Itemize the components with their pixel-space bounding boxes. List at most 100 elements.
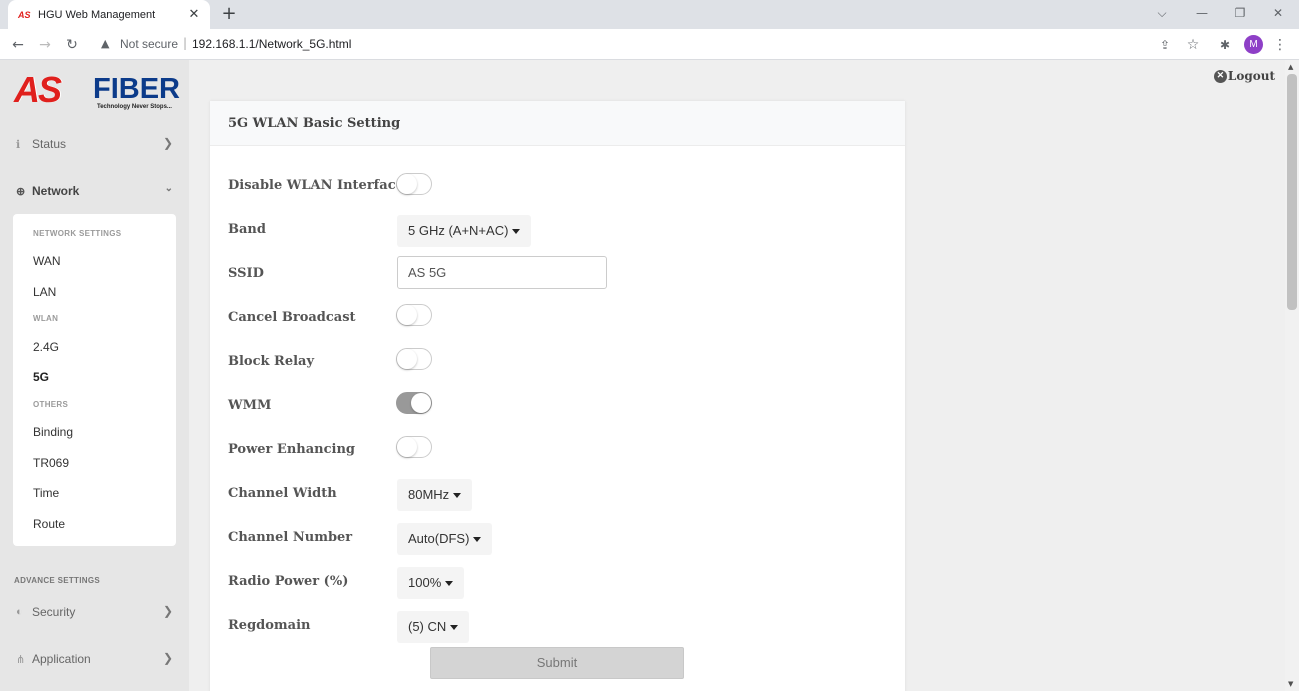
tab-close-icon[interactable]: ✕ (184, 7, 204, 22)
radio-power-select[interactable]: 100% (397, 567, 465, 599)
globe-icon: ⊕ (16, 185, 26, 198)
caret-down-icon (445, 581, 454, 587)
logo-mark: AS (14, 69, 62, 110)
power-enhancing-toggle[interactable] (396, 436, 432, 458)
as-fiber-logo[interactable]: AS FIBER Technology Never Stops... (10, 67, 180, 117)
sidebar-item-application[interactable]: ⋔ Application ❯ (0, 644, 189, 674)
caret-down-icon (512, 229, 521, 235)
cancel-broadcast-toggle[interactable] (396, 304, 432, 326)
share-icon[interactable]: ⇪ (1155, 35, 1175, 55)
sitemap-icon: ⋔ (16, 653, 26, 666)
sidebar-item-label: Application (32, 652, 91, 666)
sidebar-item-network[interactable]: ⊕ Network ⌄ (0, 176, 189, 206)
radio-power-value: 100% (408, 575, 442, 590)
power-enhancing-label: Power Enhancing (228, 442, 356, 457)
regdomain-label: Regdomain (228, 618, 311, 633)
sidebar-item-security[interactable]: ◐ Security ❯ (0, 597, 189, 627)
logo-tagline: Technology Never Stops... (97, 104, 172, 110)
ssid-input[interactable] (397, 256, 607, 289)
chevron-right-icon: ❯ (162, 604, 173, 618)
new-tab-button[interactable]: + (218, 3, 240, 25)
warning-icon[interactable]: ▲ (101, 37, 109, 50)
channel-number-value: Auto(DFS) (408, 531, 470, 546)
caret-down-icon (450, 625, 459, 631)
toggle-knob (397, 174, 417, 194)
block-relay-label: Block Relay (228, 354, 315, 369)
wmm-label: WMM (228, 398, 272, 413)
section-heading: ADVANCE SETTINGS (14, 576, 100, 585)
minimize-icon[interactable]: — (1183, 0, 1221, 29)
radio-power-label: Radio Power (%) (228, 574, 349, 589)
profile-avatar[interactable]: M (1244, 35, 1263, 54)
reload-icon[interactable]: ↻ (62, 35, 82, 55)
restore-icon[interactable]: ❐ (1221, 0, 1259, 29)
submenu-item-time[interactable]: Time (33, 486, 59, 500)
sidebar-item-status[interactable]: ℹ Status ❯ (0, 129, 189, 159)
channel-width-select[interactable]: 80MHz (397, 479, 473, 511)
close-window-icon[interactable]: ✕ (1259, 0, 1297, 29)
caret-down-icon (453, 493, 462, 499)
band-value: 5 GHz (A+N+AC) (408, 223, 509, 238)
ssid-label: SSID (228, 266, 264, 281)
logo-wordmark: FIBER (93, 73, 180, 105)
forward-icon[interactable]: → (35, 35, 55, 55)
chevron-right-icon: ❯ (162, 136, 173, 150)
address-bar[interactable]: 192.168.1.1/Network_5G.html (192, 37, 351, 51)
bookmark-star-icon[interactable]: ☆ (1183, 35, 1203, 55)
main-content: ✕ Logout 5G WLAN Basic Setting Disable W… (189, 60, 1285, 691)
toggle-knob (397, 305, 417, 325)
browser-menu-icon[interactable]: ⋮ (1270, 35, 1290, 55)
info-icon: ℹ (16, 138, 21, 151)
sidebar-item-label: Network (32, 184, 80, 198)
card-title: 5G WLAN Basic Setting (210, 101, 905, 146)
submit-button[interactable]: Submit (430, 647, 684, 679)
tab-title: HGU Web Management (38, 8, 156, 21)
sidebar-item-label: Security (32, 605, 76, 619)
cancel-broadcast-label: Cancel Broadcast (228, 310, 356, 325)
scroll-up-icon[interactable]: ▲ (1288, 63, 1293, 71)
section-heading: WLAN (33, 314, 59, 323)
logout-button[interactable]: ✕ Logout (1213, 69, 1275, 83)
site-favicon-icon: AS (18, 9, 31, 20)
scroll-thumb[interactable] (1287, 74, 1297, 310)
page-scrollbar[interactable]: ▲ ▼ (1285, 60, 1299, 691)
submenu-item-binding[interactable]: Binding (33, 425, 73, 439)
browser-tab-bar: AS HGU Web Management ✕ + ⌵ — ❐ ✕ (0, 0, 1299, 29)
submenu-item-5g[interactable]: 5G (33, 370, 49, 384)
submenu-item-lan[interactable]: LAN (33, 285, 56, 299)
scroll-down-icon[interactable]: ▼ (1288, 680, 1293, 688)
submenu-item-wan[interactable]: WAN (33, 254, 61, 268)
back-icon[interactable]: ← (8, 35, 28, 55)
network-submenu: NETWORK SETTINGS WAN LAN WLAN 2.4G 5G OT… (13, 214, 176, 546)
chevron-down-icon: ⌄ (164, 183, 173, 194)
logout-label: Logout (1227, 69, 1275, 83)
wmm-toggle[interactable] (396, 392, 432, 414)
close-circle-icon: ✕ (1213, 69, 1227, 83)
section-heading: NETWORK SETTINGS (33, 229, 122, 238)
shield-icon: ◐ (16, 606, 23, 618)
toggle-knob (411, 393, 431, 413)
channel-width-value: 80MHz (408, 487, 450, 502)
regdomain-value: (5) CN (408, 619, 447, 634)
band-select[interactable]: 5 GHz (A+N+AC) (397, 215, 532, 247)
section-heading: OTHERS (33, 400, 69, 409)
browser-tab[interactable]: AS HGU Web Management ✕ (8, 0, 210, 29)
block-relay-toggle[interactable] (396, 348, 432, 370)
disable-wlan-toggle[interactable] (396, 173, 432, 195)
tab-search-icon[interactable]: ⌵ (1143, 0, 1181, 29)
submenu-item-tr069[interactable]: TR069 (33, 456, 69, 470)
sidebar: AS FIBER Technology Never Stops... ℹ Sta… (0, 60, 189, 691)
disable-wlan-label: Disable WLAN Interface (228, 178, 404, 193)
regdomain-select[interactable]: (5) CN (397, 611, 470, 643)
channel-number-select[interactable]: Auto(DFS) (397, 523, 493, 555)
submenu-item-2-4g[interactable]: 2.4G (33, 340, 59, 354)
toggle-knob (397, 437, 417, 457)
band-label: Band (228, 222, 266, 237)
security-status[interactable]: Not secure (120, 37, 178, 51)
submenu-item-route[interactable]: Route (33, 517, 65, 531)
wlan-settings-card: 5G WLAN Basic Setting Disable WLAN Inter… (210, 101, 905, 691)
extensions-icon[interactable]: ✱ (1215, 35, 1235, 55)
toggle-knob (397, 349, 417, 369)
url-divider: | (183, 36, 188, 50)
chevron-right-icon: ❯ (162, 651, 173, 665)
